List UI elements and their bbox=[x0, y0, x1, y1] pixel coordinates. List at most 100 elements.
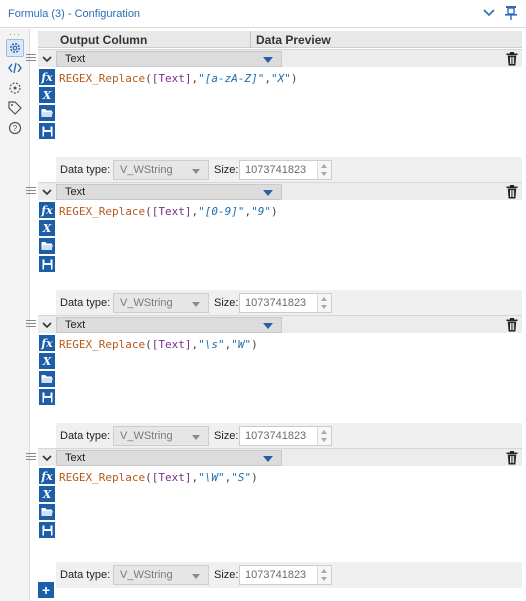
pattern-string: "[a-zA-Z]" bbox=[198, 72, 265, 85]
variable-x-icon[interactable]: X bbox=[39, 486, 55, 502]
drag-handle-icon[interactable] bbox=[26, 54, 36, 64]
size-spinner[interactable] bbox=[317, 161, 331, 179]
size-label: Size: bbox=[214, 430, 239, 442]
output-column-select[interactable]: Text bbox=[56, 51, 282, 67]
pattern-string: "[0-9]" bbox=[198, 205, 245, 218]
gear-icon[interactable] bbox=[6, 39, 24, 57]
drag-handle-icon[interactable] bbox=[26, 453, 36, 463]
output-column-select[interactable]: Text bbox=[56, 317, 282, 333]
replacement-string: "X" bbox=[270, 72, 291, 85]
expression-editor[interactable]: REGEX_Replace([Text],"[0-9]","9") bbox=[56, 200, 522, 290]
save-icon[interactable] bbox=[39, 389, 55, 405]
trash-icon[interactable] bbox=[506, 52, 518, 66]
pattern-string: "\W" bbox=[198, 471, 225, 484]
drag-handle-icon[interactable] bbox=[26, 187, 36, 197]
data-type-value: V_WString bbox=[120, 569, 173, 581]
size-input[interactable]: 1073741823 bbox=[239, 426, 332, 446]
pin-icon[interactable] bbox=[504, 5, 518, 21]
size-input[interactable]: 1073741823 bbox=[239, 293, 332, 313]
output-column-value: Text bbox=[65, 53, 86, 65]
open-folder-icon[interactable] bbox=[39, 371, 55, 387]
window-title: Formula (3) - Configuration bbox=[8, 8, 141, 20]
size-spinner[interactable] bbox=[317, 427, 331, 445]
dropdown-arrow-icon bbox=[263, 190, 273, 196]
size-spinner[interactable] bbox=[317, 294, 331, 312]
output-column-value: Text bbox=[65, 319, 86, 331]
trash-icon[interactable] bbox=[506, 318, 518, 332]
save-icon[interactable] bbox=[39, 123, 55, 139]
formula-header-row: Text bbox=[26, 315, 522, 333]
trash-icon[interactable] bbox=[506, 451, 518, 465]
data-type-select[interactable]: V_WString bbox=[113, 160, 209, 180]
chevron-down-icon[interactable] bbox=[482, 6, 496, 20]
size-spinner[interactable] bbox=[317, 566, 331, 584]
title-bar: Formula (3) - Configuration bbox=[0, 0, 526, 28]
chevron-down-icon[interactable] bbox=[41, 186, 53, 198]
size-value: 1073741823 bbox=[245, 164, 307, 176]
size-value: 1073741823 bbox=[245, 430, 307, 442]
data-type-label: Data type: bbox=[60, 164, 111, 176]
open-folder-icon[interactable] bbox=[39, 105, 55, 121]
variable-x-icon[interactable]: X bbox=[39, 87, 55, 103]
tag-icon[interactable] bbox=[6, 99, 24, 117]
expression-editor[interactable]: REGEX_Replace([Text],"\s","W") bbox=[56, 333, 522, 423]
data-type-label: Data type: bbox=[60, 430, 111, 442]
formula-block: Text fx X REGEX_Replace([Text],"\W","S")… bbox=[26, 448, 522, 588]
open-folder-icon[interactable] bbox=[39, 504, 55, 520]
function-name: REGEX_Replace bbox=[59, 205, 146, 218]
fx-icon[interactable]: fx bbox=[39, 202, 55, 218]
data-type-row: Data type: V_WString Size: 1073741823 bbox=[56, 562, 522, 588]
fx-icon[interactable]: fx bbox=[39, 69, 55, 85]
data-type-value: V_WString bbox=[120, 430, 173, 442]
pattern-string: "\s" bbox=[198, 338, 225, 351]
field-reference: [Text] bbox=[151, 471, 192, 484]
replacement-string: "W" bbox=[231, 338, 252, 351]
side-rail: ··· ? bbox=[0, 29, 30, 601]
add-formula-button[interactable]: + bbox=[38, 582, 54, 598]
save-icon[interactable] bbox=[39, 256, 55, 272]
fx-icon[interactable]: fx bbox=[39, 468, 55, 484]
data-type-row: Data type: V_WString Size: 1073741823 bbox=[56, 290, 522, 316]
dropdown-arrow-icon bbox=[192, 169, 200, 174]
output-column-value: Text bbox=[65, 452, 86, 464]
variable-x-icon[interactable]: X bbox=[39, 220, 55, 236]
data-type-select[interactable]: V_WString bbox=[113, 565, 209, 585]
save-icon[interactable] bbox=[39, 522, 55, 538]
dropdown-arrow-icon bbox=[192, 435, 200, 440]
output-column-select[interactable]: Text bbox=[56, 184, 282, 200]
chevron-down-icon[interactable] bbox=[41, 53, 53, 65]
drag-handle-icon[interactable] bbox=[26, 320, 36, 330]
variable-x-icon[interactable]: X bbox=[39, 353, 55, 369]
dropdown-arrow-icon bbox=[263, 456, 273, 462]
code-icon[interactable] bbox=[6, 59, 24, 77]
expression-editor[interactable]: REGEX_Replace([Text],"\W","S") bbox=[56, 466, 522, 562]
formula-block: Text fx X REGEX_Replace([Text],"[a-zA-Z]… bbox=[26, 49, 522, 183]
chevron-down-icon[interactable] bbox=[41, 452, 53, 464]
expression-text: REGEX_Replace([Text],"[a-zA-Z]","X") bbox=[59, 72, 298, 85]
output-column-select[interactable]: Text bbox=[56, 450, 282, 466]
header-divider[interactable] bbox=[250, 31, 251, 48]
fx-icon[interactable]: fx bbox=[39, 335, 55, 351]
expression-text: REGEX_Replace([Text],"\s","W") bbox=[59, 338, 258, 351]
field-reference: [Text] bbox=[151, 205, 192, 218]
size-label: Size: bbox=[214, 297, 239, 309]
expression-text: REGEX_Replace([Text],"\W","S") bbox=[59, 471, 258, 484]
data-type-label: Data type: bbox=[60, 569, 111, 581]
expression-editor[interactable]: REGEX_Replace([Text],"[a-zA-Z]","X") bbox=[56, 67, 522, 157]
help-icon[interactable]: ? bbox=[6, 119, 24, 137]
formula-block: Text fx X REGEX_Replace([Text],"\s","W")… bbox=[26, 315, 522, 449]
function-name: REGEX_Replace bbox=[59, 338, 146, 351]
data-type-value: V_WString bbox=[120, 164, 173, 176]
annotation-icon[interactable] bbox=[6, 79, 24, 97]
size-input[interactable]: 1073741823 bbox=[239, 160, 332, 180]
size-input[interactable]: 1073741823 bbox=[239, 565, 332, 585]
data-type-select[interactable]: V_WString bbox=[113, 426, 209, 446]
open-folder-icon[interactable] bbox=[39, 238, 55, 254]
chevron-down-icon[interactable] bbox=[41, 319, 53, 331]
output-column-header: Output Column bbox=[60, 33, 148, 47]
expression-text: REGEX_Replace([Text],"[0-9]","9") bbox=[59, 205, 278, 218]
data-type-select[interactable]: V_WString bbox=[113, 293, 209, 313]
dropdown-arrow-icon bbox=[192, 302, 200, 307]
trash-icon[interactable] bbox=[506, 185, 518, 199]
data-type-label: Data type: bbox=[60, 297, 111, 309]
